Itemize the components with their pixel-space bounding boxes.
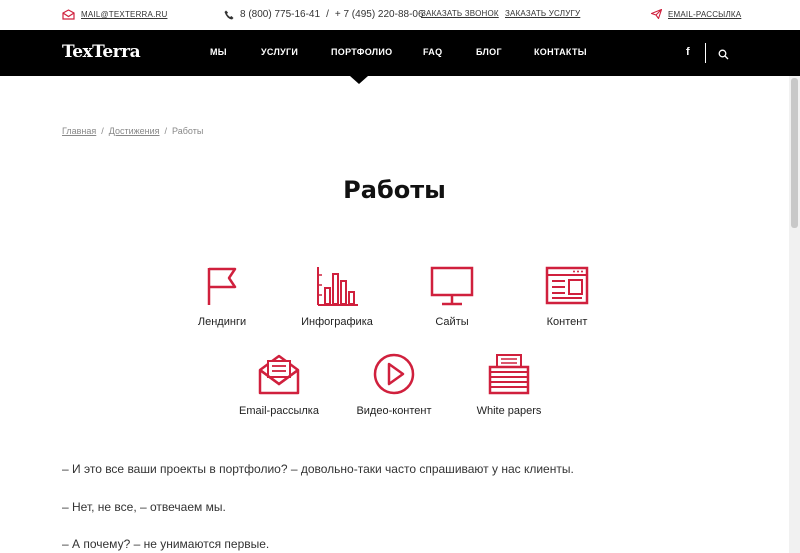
nav-item-contacts[interactable]: КОНТАКТЫ <box>534 47 587 57</box>
top-bar: MAIL@TEXTERRA.RU 8 (800) 775-16-41 / + 7… <box>0 0 800 30</box>
tile-infographics[interactable]: Инфографика <box>277 266 397 328</box>
breadcrumb-separator: / <box>164 126 168 136</box>
tile-content[interactable]: Контент <box>507 266 627 328</box>
phone-separator: / <box>326 9 329 20</box>
newsletter-text[interactable]: EMAIL-РАССЫЛКА <box>668 10 741 19</box>
nav-item-portfolio[interactable]: ПОРТФОЛИО <box>331 47 392 57</box>
nav-item-faq[interactable]: FAQ <box>423 47 442 57</box>
phone-icon <box>224 10 234 20</box>
intro-paragraph: – И это все ваши проекты в портфолио? – … <box>62 462 574 476</box>
tile-label: Контент <box>546 316 588 328</box>
tile-video[interactable]: Видео-контент <box>334 353 454 417</box>
breadcrumb-current: Работы <box>172 126 204 136</box>
tile-white-papers[interactable]: White papers <box>449 353 569 417</box>
email-text[interactable]: MAIL@TEXTERRA.RU <box>81 10 167 19</box>
email-link[interactable]: MAIL@TEXTERRA.RU <box>62 9 167 20</box>
tile-label: Email-рассылка <box>239 405 319 417</box>
nav-item-blog[interactable]: БЛОГ <box>476 47 502 57</box>
mail-icon <box>62 9 75 20</box>
paper-stack-icon <box>449 353 569 395</box>
tile-label: Лендинги <box>197 316 247 328</box>
tile-email[interactable]: Email-рассылка <box>219 353 339 417</box>
flag-icon <box>162 266 282 306</box>
tile-label: Сайты <box>435 316 469 328</box>
bar-chart-icon <box>277 266 397 306</box>
envelope-icon <box>219 353 339 395</box>
content-window-icon <box>507 266 627 306</box>
breadcrumb-achievements[interactable]: Достижения <box>109 126 160 136</box>
monitor-icon <box>392 266 512 306</box>
order-service-link[interactable]: ЗАКАЗАТЬ УСЛУГУ <box>505 9 580 18</box>
breadcrumb-separator: / <box>101 126 104 136</box>
callback-text[interactable]: ЗАКАЗАТЬ ЗВОНОК <box>421 9 499 18</box>
tile-label: White papers <box>476 405 542 417</box>
nav-item-services[interactable]: УСЛУГИ <box>261 47 298 57</box>
scrollbar-thumb[interactable] <box>791 78 798 228</box>
nav-item-we[interactable]: МЫ <box>210 47 227 57</box>
phone-block: 8 (800) 775-16-41 / + 7 (495) 220-88-06 <box>224 9 424 20</box>
page-title: Работы <box>343 176 446 204</box>
breadcrumb-home[interactable]: Главная <box>62 126 96 136</box>
scrollbar[interactable] <box>789 76 800 553</box>
tile-label: Видео-контент <box>356 405 432 417</box>
tile-sites[interactable]: Сайты <box>392 266 512 328</box>
breadcrumb: Главная / Достижения / Работы <box>62 126 203 136</box>
paper-plane-icon <box>651 9 662 19</box>
intro-paragraph: – Нет, не все, – отвечаем мы. <box>62 500 226 514</box>
play-circle-icon <box>334 353 454 395</box>
newsletter-link[interactable]: EMAIL-РАССЫЛКА <box>651 9 741 19</box>
tile-landings[interactable]: Лендинги <box>162 266 282 328</box>
tile-label: Инфографика <box>301 316 373 328</box>
callback-link[interactable]: ЗАКАЗАТЬ ЗВОНОК <box>421 9 499 18</box>
phone-alt[interactable]: + 7 (495) 220-88-06 <box>335 9 424 20</box>
search-icon[interactable] <box>718 47 729 65</box>
nav-divider <box>705 43 706 63</box>
logo[interactable]: TexTerra <box>62 42 141 62</box>
phone-main[interactable]: 8 (800) 775-16-41 <box>240 9 320 20</box>
main-nav: TexTerra МЫ УСЛУГИ ПОРТФОЛИО FAQ БЛОГ КО… <box>0 30 800 76</box>
active-nav-indicator <box>350 76 368 84</box>
intro-paragraph: – А почему? – не унимаются первые. <box>62 537 270 551</box>
order-service-text[interactable]: ЗАКАЗАТЬ УСЛУГУ <box>505 9 580 18</box>
facebook-icon[interactable]: f <box>686 46 690 58</box>
